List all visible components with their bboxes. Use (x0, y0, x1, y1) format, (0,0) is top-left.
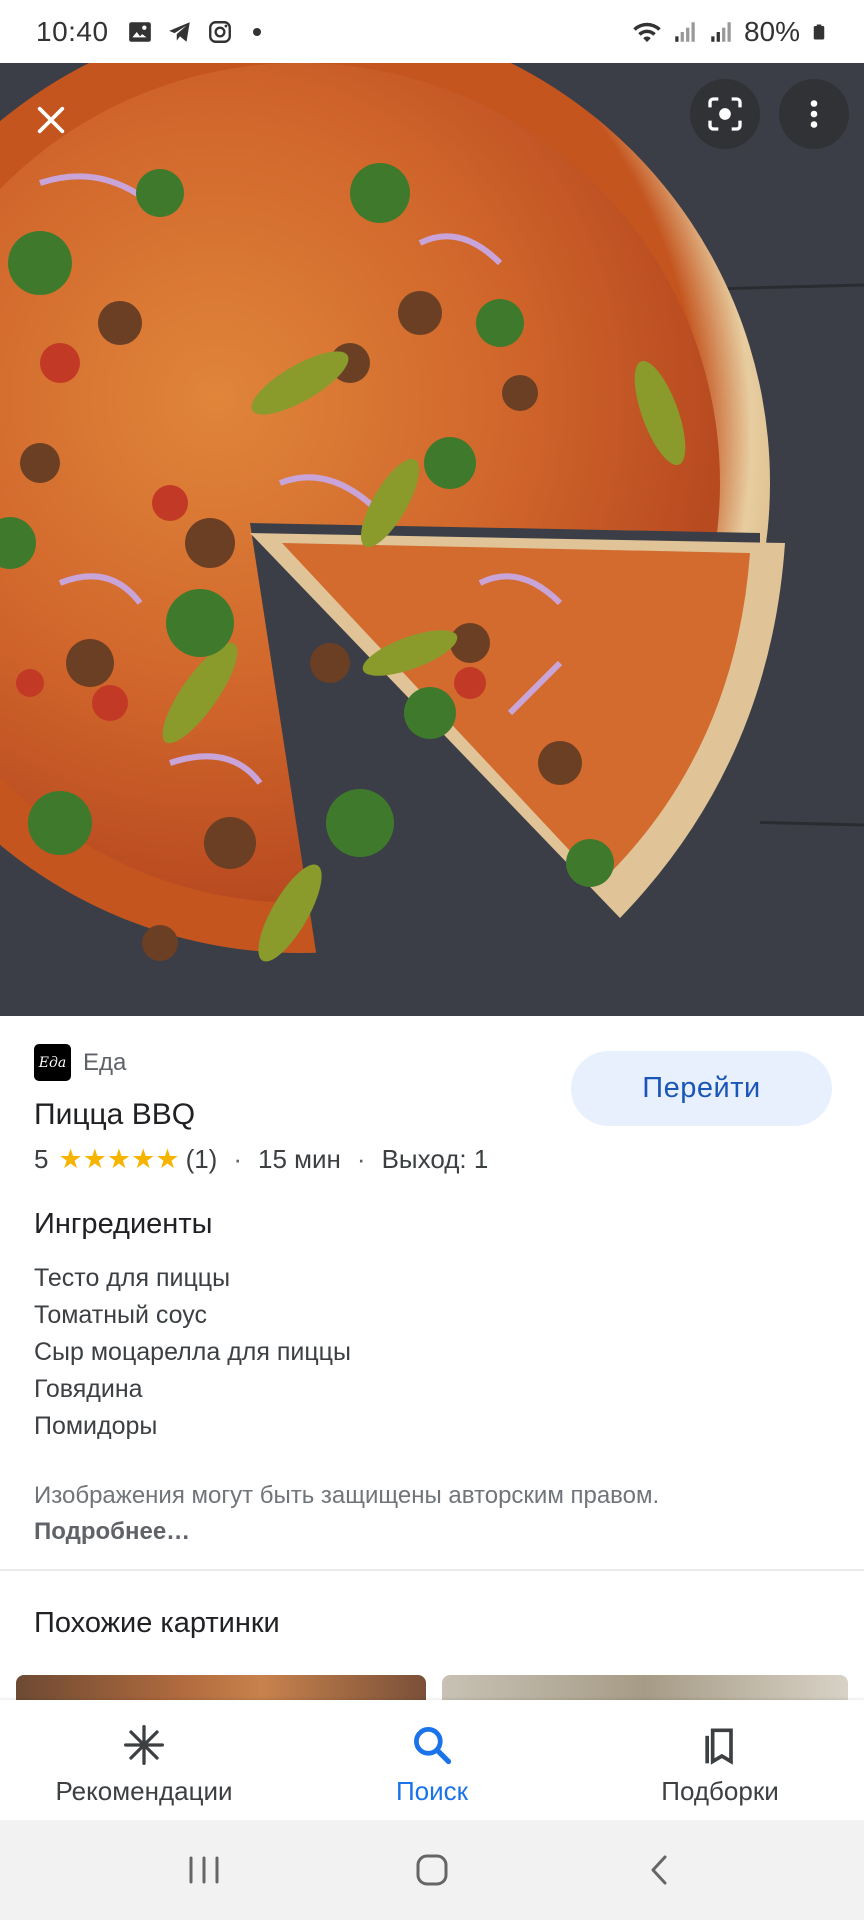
recipe-info-panel: Еда Еда Перейти Пицца BBQ 5 ★ ★ ★ ★ ★ (1… (0, 1016, 864, 1568)
ingredient-item: Говядина (34, 1375, 143, 1403)
ingredient-item: Томатный соус (34, 1301, 208, 1329)
ingredient-item: Сыр моцарелла для пиццы (34, 1338, 351, 1366)
review-count: (1) (185, 1144, 218, 1174)
more-vert-icon (810, 100, 818, 128)
source-logo: Еда (34, 1044, 71, 1081)
similar-image-thumbnail[interactable] (442, 1675, 848, 1700)
rating-stars: ★ ★ ★ ★ ★ (58, 1146, 179, 1173)
back-button[interactable] (625, 1840, 695, 1900)
bottom-navigation: Рекомендации Поиск Подборки (0, 1700, 864, 1820)
copyright-notice: Изображения могут быть защищены авторски… (34, 1478, 814, 1550)
nav-label: Подборки (661, 1776, 779, 1806)
ingredients-heading: Ингредиенты (34, 1208, 213, 1240)
recipe-meta: 5 ★ ★ ★ ★ ★ (1) · 15 мин · Выход: 1 (34, 1144, 488, 1175)
go-to-site-button[interactable]: Перейти (571, 1051, 832, 1126)
battery-icon (813, 24, 825, 39)
star-icon: ★ (106, 1144, 132, 1174)
star-icon: ★ (58, 1144, 83, 1174)
notification-icons (127, 19, 261, 45)
recents-button[interactable] (169, 1840, 239, 1900)
recipe-yield: Выход: 1 (381, 1144, 489, 1174)
nav-collections[interactable]: Подборки (576, 1700, 864, 1820)
star-icon: ★ (155, 1144, 180, 1174)
signal-icon-2 (711, 21, 731, 42)
recents-icon (189, 1856, 219, 1884)
close-icon (37, 106, 65, 134)
recipe-image[interactable] (0, 63, 864, 1016)
recipe-title: Пицца BBQ (34, 1098, 196, 1131)
home-button[interactable] (397, 1840, 467, 1900)
lens-icon (708, 97, 742, 131)
nav-recommendations[interactable]: Рекомендации (0, 1700, 288, 1820)
back-icon (651, 1855, 667, 1885)
copyright-text: Изображения могут быть защищены авторски… (34, 1482, 660, 1509)
separator-dot: · (233, 1144, 243, 1174)
separator-dot: · (356, 1144, 366, 1174)
ingredient-item: Тесто для пиццы (34, 1264, 231, 1292)
ingredient-item: Помидоры (34, 1412, 158, 1440)
nav-label: Рекомендации (55, 1776, 233, 1806)
more-options-button[interactable] (779, 79, 849, 149)
pizza-illustration (0, 63, 864, 1016)
collections-icon (697, 1722, 743, 1768)
learn-more-link[interactable]: Подробнее… (34, 1518, 190, 1545)
cook-time: 15 мин (258, 1144, 341, 1174)
telegram-icon (168, 21, 190, 42)
signal-icon-1 (675, 21, 695, 42)
wifi-icon (633, 22, 661, 42)
nav-search[interactable]: Поиск (288, 1700, 576, 1820)
rating-value: 5 (34, 1144, 49, 1174)
status-time: 10:40 (36, 15, 109, 47)
home-icon (416, 1854, 448, 1886)
source-name: Еда (83, 1048, 127, 1076)
similar-images-heading: Похожие картинки (34, 1607, 280, 1639)
nav-label: Поиск (395, 1776, 469, 1806)
star-icon: ★ (131, 1144, 156, 1174)
instagram-icon (208, 20, 231, 43)
status-bar: 10:40 80% (0, 0, 864, 63)
battery-percent: 80% (743, 15, 800, 47)
section-divider (0, 1569, 864, 1571)
similar-image-thumbnail[interactable] (16, 1675, 426, 1700)
gallery-icon (128, 21, 151, 42)
asterisk-icon (121, 1722, 167, 1768)
star-icon: ★ (82, 1144, 107, 1174)
search-icon (409, 1722, 455, 1768)
source-row[interactable]: Еда Еда (34, 1044, 126, 1081)
close-button[interactable] (22, 91, 80, 149)
more-notifications-icon (252, 27, 261, 36)
lens-button[interactable] (690, 79, 760, 149)
system-navigation-bar (0, 1820, 864, 1920)
ingredients-list: Тесто для пиццы Томатный соус Сыр моцаре… (34, 1260, 351, 1445)
